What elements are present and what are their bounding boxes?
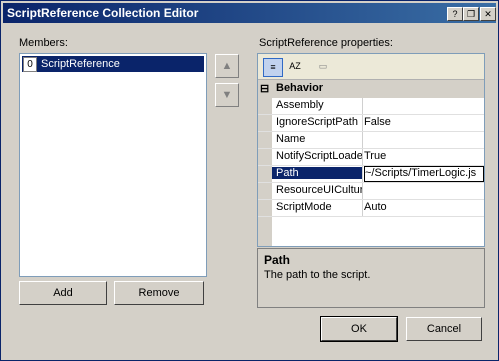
move-down-button[interactable]: ▼ <box>215 83 239 107</box>
title-bar[interactable]: ScriptReference Collection Editor ? ❐ ✕ <box>3 3 496 23</box>
property-row-ignorescriptpath[interactable]: IgnoreScriptPath False <box>258 115 484 132</box>
arrow-down-icon: ▼ <box>221 89 233 101</box>
close-button[interactable]: ✕ <box>480 7 496 21</box>
collapse-icon[interactable]: ⊟ <box>260 82 269 95</box>
cancel-button[interactable]: Cancel <box>406 317 482 341</box>
members-list[interactable]: 0 ScriptReference <box>19 53 207 277</box>
property-name: Name <box>276 133 306 145</box>
move-up-button[interactable]: ▲ <box>215 54 239 78</box>
property-row-assembly[interactable]: Assembly <box>258 98 484 115</box>
category-behavior[interactable]: ⊟ Behavior <box>258 80 484 98</box>
add-button[interactable]: Add <box>19 281 107 305</box>
property-name: IgnoreScriptPath <box>276 116 358 128</box>
property-grid[interactable]: ≡ AZ ▭ ⊟ Behavior Assembly IgnoreScriptP… <box>257 53 485 247</box>
item-label: ScriptReference <box>41 58 120 70</box>
window-title: ScriptReference Collection Editor <box>7 6 199 20</box>
description-title: Path <box>264 253 291 267</box>
help-button[interactable]: ? <box>447 7 463 21</box>
alphabetical-sort-icon[interactable]: AZ <box>286 58 304 75</box>
property-name: Path <box>272 167 362 179</box>
item-index: 0 <box>23 57 37 72</box>
collection-editor-window: ScriptReference Collection Editor ? ❐ ✕ … <box>0 0 499 361</box>
ok-button[interactable]: OK <box>320 316 398 342</box>
properties-label: ScriptReference properties: <box>259 37 393 49</box>
property-pages-icon[interactable]: ▭ <box>314 58 332 75</box>
members-label: Members: <box>19 37 68 49</box>
property-row-name[interactable]: Name <box>258 132 484 149</box>
property-value[interactable]: True <box>364 150 482 162</box>
property-row-path[interactable]: Path ~/Scripts/TimerLogic.js <box>258 166 484 183</box>
description-panel: Path The path to the script. <box>257 248 485 308</box>
description-text: The path to the script. <box>264 269 371 281</box>
categorized-icon[interactable]: ≡ <box>263 58 283 77</box>
property-name: NotifyScriptLoaded <box>276 150 362 162</box>
path-value-input[interactable]: ~/Scripts/TimerLogic.js <box>364 166 484 182</box>
property-row-notifyscriptloaded[interactable]: NotifyScriptLoaded True <box>258 149 484 166</box>
category-label: Behavior <box>276 82 324 94</box>
property-value[interactable]: False <box>364 116 482 128</box>
restore-button[interactable]: ❐ <box>463 7 479 21</box>
property-name: ResourceUICultures <box>276 184 362 196</box>
property-toolbar: ≡ AZ ▭ <box>258 54 484 80</box>
property-row-scriptmode[interactable]: ScriptMode Auto <box>258 200 484 217</box>
remove-button[interactable]: Remove <box>114 281 204 305</box>
property-value[interactable]: Auto <box>364 201 482 213</box>
property-row-resourceuicultures[interactable]: ResourceUICultures <box>258 183 484 200</box>
arrow-up-icon: ▲ <box>221 60 233 72</box>
property-name: ScriptMode <box>276 201 332 213</box>
list-item[interactable]: 0 ScriptReference <box>22 56 204 72</box>
property-name: Assembly <box>276 99 324 111</box>
